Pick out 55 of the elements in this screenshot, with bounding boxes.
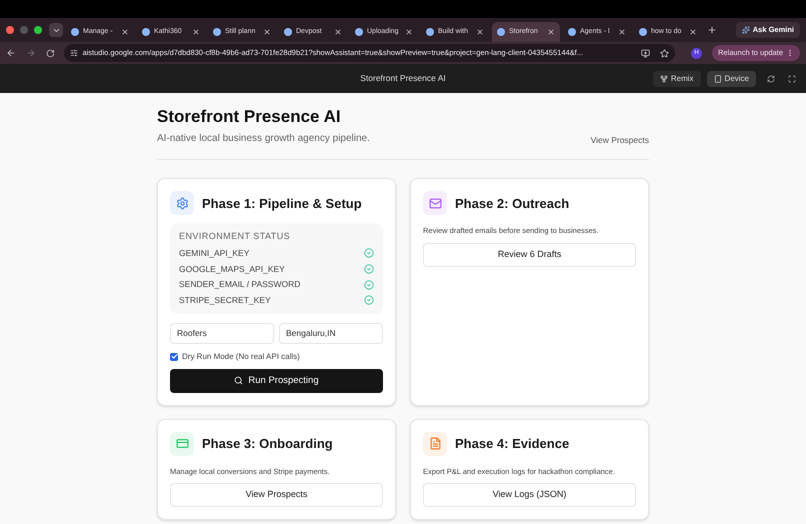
phase-action-button[interactable]: Review 6 Drafts xyxy=(423,242,636,266)
close-icon[interactable] xyxy=(192,28,200,36)
tab-list-button[interactable] xyxy=(49,23,63,37)
favicon-icon xyxy=(355,28,363,36)
phase-title: Phase 4: Evidence xyxy=(455,435,570,453)
favicon-icon xyxy=(284,28,292,36)
favicon-icon xyxy=(497,28,505,36)
favicon-icon xyxy=(142,28,150,36)
favicon-icon xyxy=(568,28,576,36)
dry-run-label: Dry Run Mode (No real API calls) xyxy=(182,350,300,363)
env-key: SENDER_EMAIL / PASSWORD xyxy=(179,278,300,291)
phase-action-button[interactable]: View Prospects xyxy=(170,483,383,507)
phase-title: Phase 3: Onboarding xyxy=(202,435,333,453)
reload-icon[interactable] xyxy=(46,48,54,58)
niche-field[interactable]: Roofers xyxy=(170,322,274,344)
dry-run-checkbox[interactable] xyxy=(170,352,178,361)
refresh-icon[interactable] xyxy=(767,74,775,82)
env-key: GEMINI_API_KEY xyxy=(179,246,250,260)
remix-button[interactable]: Remix xyxy=(652,70,701,86)
favicon-icon xyxy=(426,28,434,36)
close-icon[interactable] xyxy=(121,28,129,36)
page-subtitle: AI-native local business growth agency pipeline. xyxy=(157,132,370,146)
page-title: Storefront Presence AI xyxy=(157,106,342,128)
close-icon[interactable] xyxy=(618,28,626,36)
bookmark-star-icon[interactable] xyxy=(660,48,670,58)
phase-title: Phase 1: Pipeline & Setup xyxy=(202,194,362,213)
device-button[interactable]: Device xyxy=(706,70,756,86)
site-settings-icon[interactable] xyxy=(70,49,78,57)
forward-icon[interactable] xyxy=(26,48,36,58)
close-icon[interactable] xyxy=(476,28,484,36)
fullscreen-icon[interactable] xyxy=(788,74,796,82)
new-tab-icon[interactable] xyxy=(707,25,717,35)
close-icon[interactable] xyxy=(547,28,555,36)
close-icon[interactable] xyxy=(334,28,342,36)
device-icon xyxy=(714,74,722,82)
app-title: Storefront Presence AI xyxy=(360,72,446,85)
favicon-icon xyxy=(71,28,79,36)
env-key: GOOGLE_MAPS_API_KEY xyxy=(179,262,285,276)
env-key: STRIPE_SECRET_KEY xyxy=(179,294,271,307)
fork-icon xyxy=(660,74,668,82)
favicon-icon xyxy=(213,28,221,36)
sparkle-icon xyxy=(742,26,750,34)
close-icon[interactable] xyxy=(263,28,271,36)
favicon-icon xyxy=(639,28,647,36)
back-icon[interactable] xyxy=(6,48,16,58)
run-prospecting-button[interactable]: Run Prospecting xyxy=(170,368,383,393)
search-icon xyxy=(234,376,244,386)
phase-title: Phase 2: Outreach xyxy=(455,194,570,212)
install-icon[interactable] xyxy=(641,48,650,58)
phase-action-button[interactable]: View Logs (JSON) xyxy=(423,483,636,507)
location-field[interactable]: Bengaluru,IN xyxy=(279,322,383,344)
view-prospects-link[interactable]: View Prospects xyxy=(590,134,649,146)
close-icon[interactable] xyxy=(405,28,413,36)
env-heading: ENVIRONMENT STATUS xyxy=(179,230,292,244)
close-icon[interactable] xyxy=(689,28,697,36)
